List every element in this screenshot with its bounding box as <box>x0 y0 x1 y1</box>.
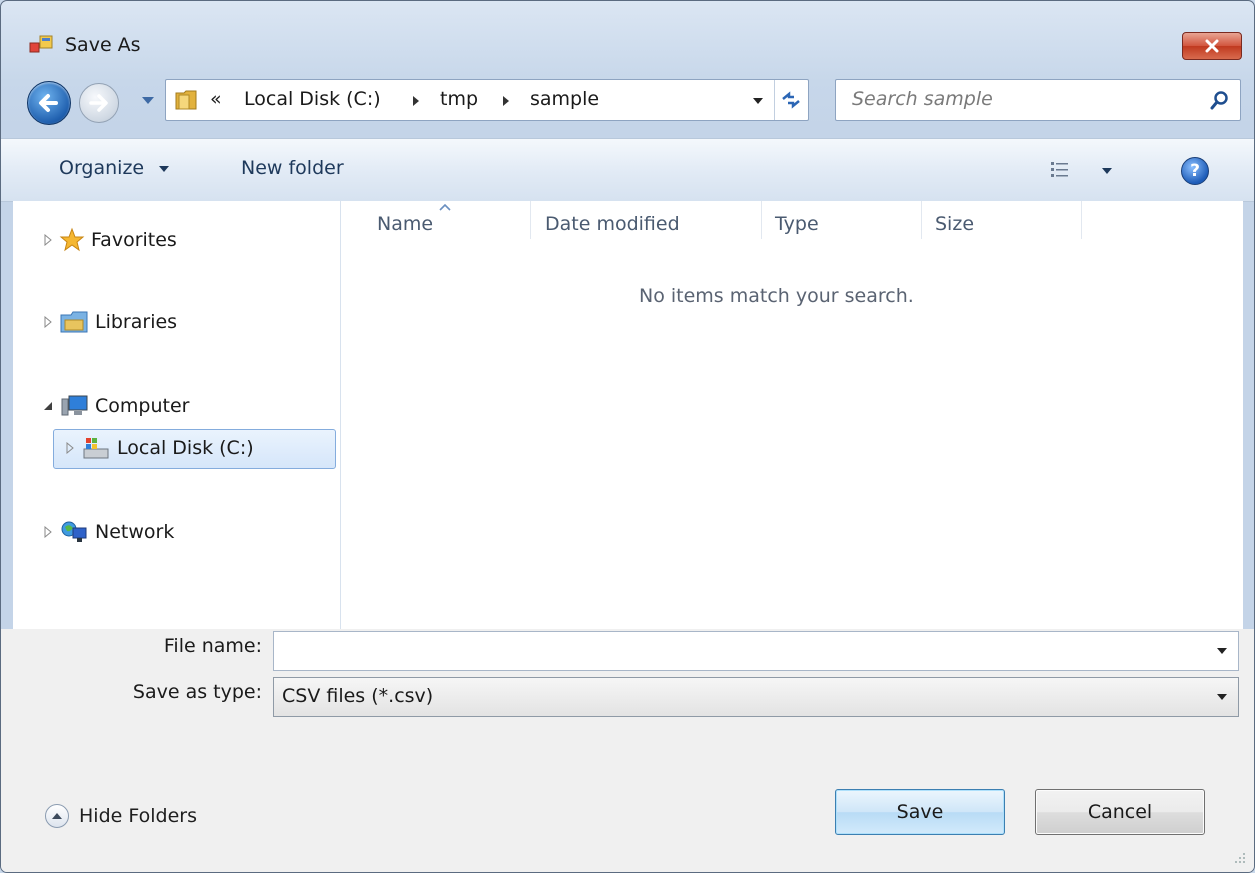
search-placeholder: Search sample <box>852 88 993 110</box>
organize-label: Organize <box>59 157 145 179</box>
hide-folders-button[interactable]: Hide Folders <box>45 804 197 828</box>
breadcrumb-chevron-icon[interactable] <box>502 95 510 107</box>
expand-arrow-icon[interactable] <box>41 526 55 538</box>
expand-arrow-icon[interactable] <box>63 442 77 454</box>
column-header-date-modified[interactable]: Date modified <box>545 213 680 235</box>
title-bar: Save As <box>1 1 1254 63</box>
tree-item-favorites[interactable]: Favorites <box>41 227 177 253</box>
help-button[interactable]: ? <box>1181 157 1209 185</box>
navigation-pane: Favorites Libraries Computer Local Disk … <box>13 201 341 629</box>
view-details-icon <box>1051 162 1068 177</box>
new-folder-button[interactable]: New folder <box>241 157 344 179</box>
forward-arrow-icon <box>89 94 108 112</box>
folder-icon <box>175 90 197 110</box>
save-button[interactable]: Save <box>835 789 1005 835</box>
file-name-label: File name: <box>163 635 262 657</box>
tree-item-local-disk[interactable]: Local Disk (C:) <box>63 435 254 461</box>
expand-arrow-icon[interactable] <box>41 234 55 246</box>
breadcrumb-tmp[interactable]: tmp <box>440 88 478 110</box>
save-as-type-select[interactable]: CSV files (*.csv) <box>273 677 1239 717</box>
save-as-type-label: Save as type: <box>132 681 262 703</box>
tree-label: Computer <box>95 395 190 417</box>
close-button[interactable] <box>1182 32 1242 60</box>
chevron-down-icon <box>159 165 170 172</box>
navigation-row: « Local Disk (C:) tmp sample Search samp… <box>1 77 1254 125</box>
file-name-field[interactable] <box>273 631 1239 671</box>
refresh-button[interactable] <box>774 80 807 120</box>
column-header-name[interactable]: Name <box>377 213 433 235</box>
tree-item-computer[interactable]: Computer <box>41 393 189 419</box>
search-icon[interactable] <box>1210 90 1230 110</box>
column-header-type[interactable]: Type <box>775 213 819 235</box>
tree-label: Libraries <box>95 311 178 333</box>
recent-pages-arrow-icon[interactable] <box>141 95 155 105</box>
column-divider[interactable] <box>921 201 922 239</box>
expand-arrow-icon[interactable] <box>41 316 55 328</box>
column-divider[interactable] <box>1081 201 1082 239</box>
change-view-button[interactable] <box>1049 159 1121 183</box>
back-button[interactable] <box>27 81 71 125</box>
app-icon <box>29 35 53 53</box>
file-name-dropdown-icon[interactable] <box>1216 647 1228 655</box>
save-as-type-value: CSV files (*.csv) <box>282 685 434 707</box>
cancel-button[interactable]: Cancel <box>1035 789 1205 835</box>
tree-label: Network <box>95 521 175 543</box>
tree-label: Local Disk (C:) <box>117 437 254 459</box>
command-bar: Organize New folder ? <box>1 138 1254 202</box>
chevron-up-icon <box>45 804 69 828</box>
libraries-icon <box>59 309 89 335</box>
column-divider[interactable] <box>530 201 531 239</box>
breadcrumb-local-disk[interactable]: Local Disk (C:) <box>244 88 381 110</box>
empty-message: No items match your search. <box>639 285 914 307</box>
file-list: Name Date modified Type Size No items ma… <box>341 201 1243 629</box>
save-as-dialog: Save As « Local Disk (C:) tmp sample Sea… <box>0 0 1255 873</box>
search-input[interactable]: Search sample <box>835 79 1241 121</box>
column-label: Name <box>377 213 434 235</box>
tree-label: Favorites <box>91 229 177 251</box>
view-dropdown-icon <box>1102 168 1112 174</box>
forward-button[interactable] <box>79 83 119 123</box>
star-icon <box>59 227 85 253</box>
collapse-arrow-icon[interactable] <box>41 401 55 411</box>
breadcrumb-sample[interactable]: sample <box>530 88 599 110</box>
sort-ascending-icon <box>439 204 451 211</box>
save-as-type-dropdown-icon[interactable] <box>1216 693 1228 701</box>
window-title: Save As <box>65 34 141 56</box>
back-arrow-icon <box>39 94 58 112</box>
network-icon <box>59 519 89 545</box>
save-form: File name: Save as type: CSV files (*.cs… <box>1 629 1254 872</box>
refresh-icon <box>782 91 800 109</box>
resize-grip-icon[interactable] <box>1232 850 1246 864</box>
tree-item-libraries[interactable]: Libraries <box>41 309 177 335</box>
address-dropdown-icon[interactable] <box>752 97 764 105</box>
breadcrumb-overflow[interactable]: « <box>210 88 222 110</box>
local-disk-icon <box>81 435 111 461</box>
computer-icon <box>59 393 89 419</box>
close-x-icon <box>1205 39 1219 53</box>
column-divider[interactable] <box>761 201 762 239</box>
column-header-size[interactable]: Size <box>935 213 974 235</box>
breadcrumb-chevron-icon[interactable] <box>412 95 420 107</box>
organize-button[interactable]: Organize <box>59 157 170 179</box>
hide-folders-label: Hide Folders <box>79 805 197 827</box>
address-bar[interactable]: « Local Disk (C:) tmp sample <box>165 79 809 121</box>
tree-item-network[interactable]: Network <box>41 519 174 545</box>
